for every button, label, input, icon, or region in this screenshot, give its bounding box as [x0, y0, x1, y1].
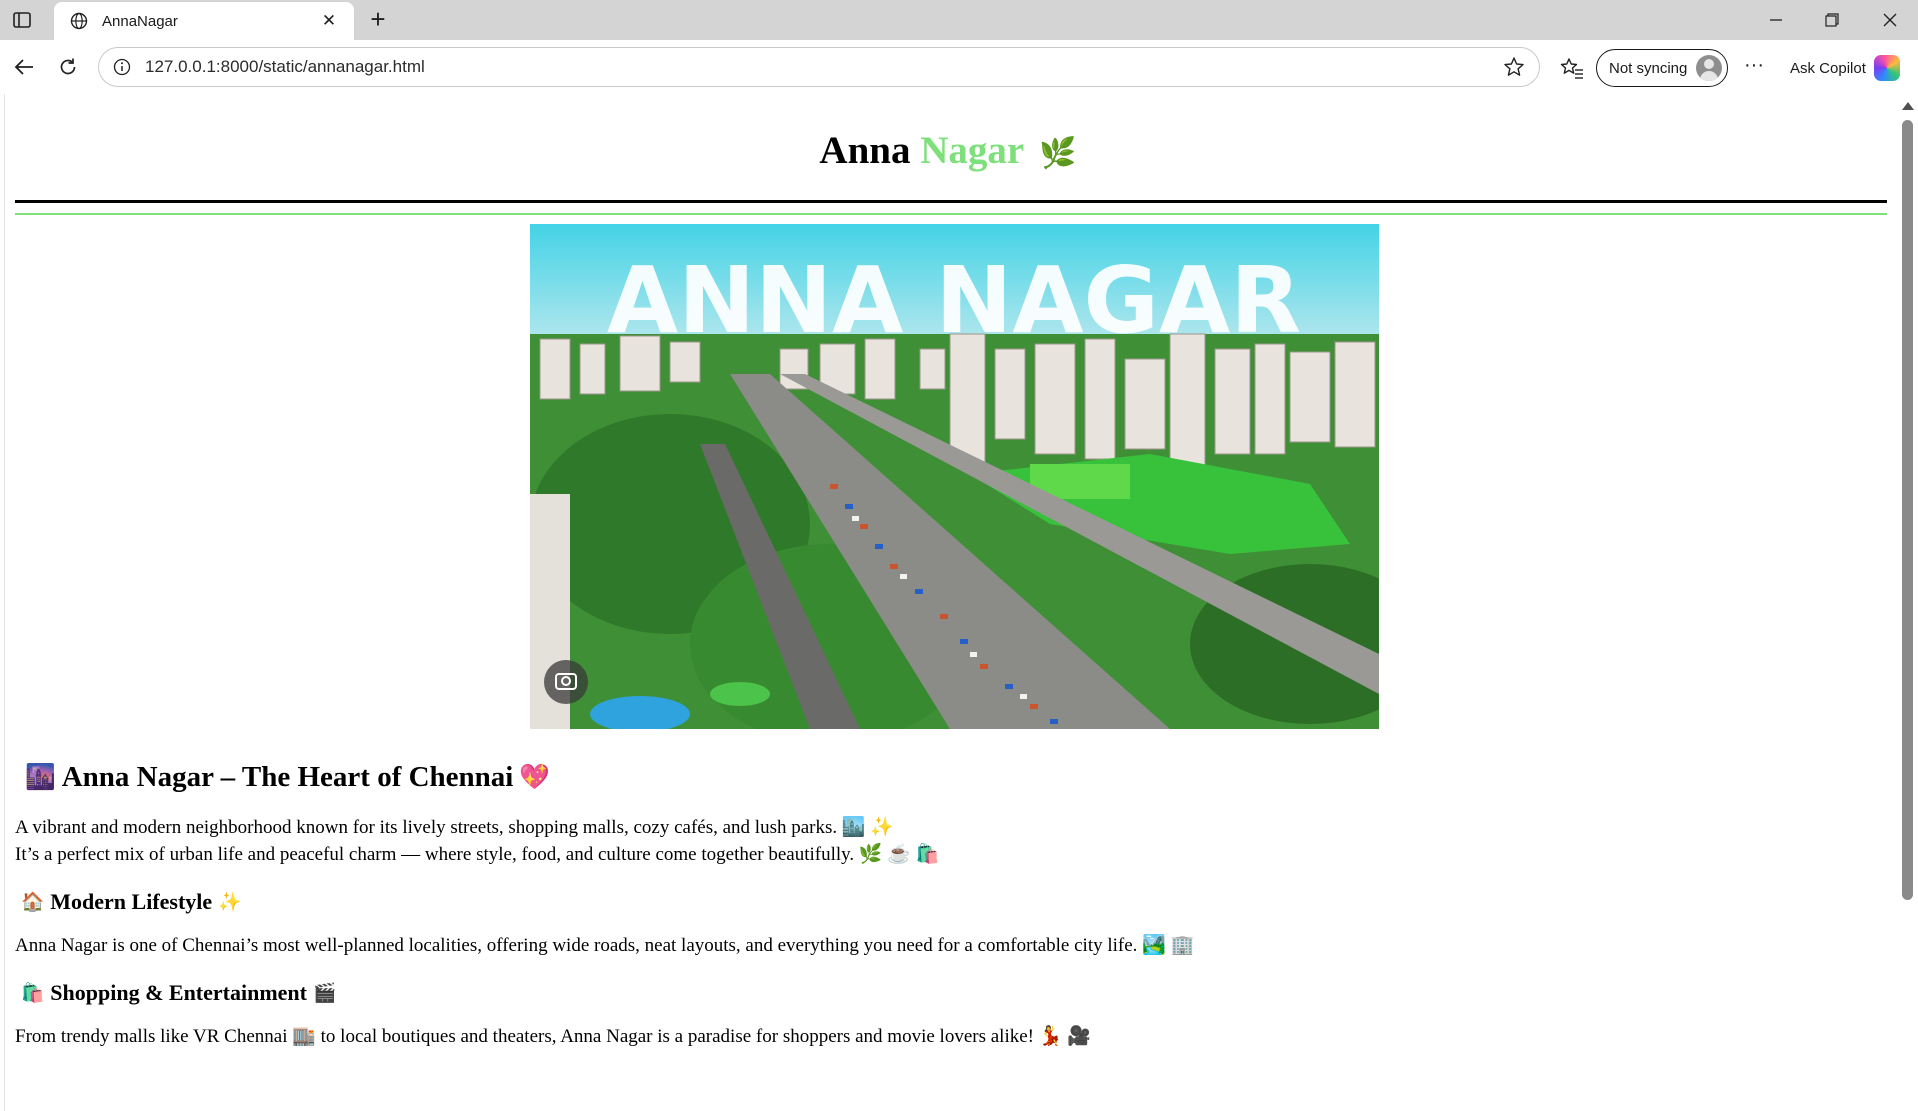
section-heading-text: Modern Lifestyle	[50, 889, 213, 914]
vertical-scrollbar[interactable]	[1897, 94, 1918, 1111]
info-icon[interactable]	[111, 56, 133, 78]
close-icon[interactable]: ✕	[318, 11, 340, 31]
sync-label: Not syncing	[1609, 59, 1688, 77]
clapper-board-icon: 🎬	[313, 983, 337, 1004]
title-nagar: Nagar	[920, 129, 1024, 172]
section-heading-text: Shopping & Entertainment	[50, 980, 307, 1005]
page-title: Anna Nagar 🌿	[15, 94, 1887, 200]
section-text-shopping: From trendy malls like VR Chennai 🏬 to l…	[15, 1026, 1091, 1047]
globe-icon	[68, 10, 90, 32]
more-icon[interactable]: ···	[1740, 54, 1768, 82]
copilot-icon	[1873, 55, 1900, 81]
section-heading-lifestyle: 🏠 Modern Lifestyle ✨	[15, 886, 1887, 918]
profile-avatar-icon	[1696, 55, 1722, 81]
back-icon[interactable]	[10, 53, 38, 81]
minimize-icon[interactable]	[1764, 8, 1788, 32]
heart-icon: 💖	[519, 762, 551, 791]
favorite-star-icon[interactable]	[1501, 54, 1527, 80]
tab-strip: AnnaNagar ✕ +	[0, 0, 1918, 40]
scrollbar-thumb[interactable]	[1902, 120, 1913, 900]
address-bar[interactable]: 127.0.0.1:8000/static/annanagar.html	[98, 47, 1540, 87]
shopping-bags-icon: 🛍️	[21, 983, 45, 1004]
scroll-up-icon[interactable]	[1902, 102, 1914, 110]
copilot-button[interactable]: Ask Copilot	[1780, 49, 1912, 87]
intro-line-1: A vibrant and modern neighborhood known …	[15, 817, 894, 838]
section-heading-shopping: 🛍️ Shopping & Entertainment 🎬	[15, 977, 1887, 1009]
refresh-icon[interactable]	[54, 53, 82, 81]
window-close-icon[interactable]	[1878, 8, 1902, 32]
active-tab[interactable]: AnnaNagar ✕	[54, 2, 354, 40]
tab-title: AnnaNagar	[102, 12, 178, 30]
url-text[interactable]: 127.0.0.1:8000/static/annanagar.html	[145, 57, 1501, 77]
cityscape-icon: 🌆	[25, 762, 56, 791]
section-text-lifestyle: Anna Nagar is one of Chennai’s most well…	[15, 935, 1195, 956]
hero-image: ANNA NAGAR	[530, 224, 1379, 729]
favorites-icon[interactable]	[1558, 54, 1586, 82]
content: 🌆 Anna Nagar – The Heart of Chennai 💖 A …	[15, 754, 1887, 1050]
page-viewport: Anna Nagar 🌿 ANNA NAGAR 🌆 Anna Nagar – T…	[4, 94, 1897, 1111]
new-tab-icon[interactable]: +	[364, 6, 392, 34]
hero-caption: ANNA NAGAR	[607, 247, 1301, 354]
browser-toolbar: 127.0.0.1:8000/static/annanagar.html Not…	[0, 40, 1918, 94]
leaf-icon: 🌿	[1039, 136, 1077, 171]
divider-black	[15, 200, 1887, 203]
intro-heading-text: Anna Nagar – The Heart of Chennai	[61, 760, 514, 793]
sparkles-icon: ✨	[218, 892, 242, 913]
copilot-label: Ask Copilot	[1790, 59, 1866, 77]
intro-paragraph: A vibrant and modern neighborhood known …	[15, 814, 1887, 868]
restore-icon[interactable]	[1820, 8, 1844, 32]
intro-line-2: It’s a perfect mix of urban life and pea…	[15, 844, 940, 865]
title-anna: Anna	[819, 129, 911, 172]
house-icon: 🏠	[21, 892, 45, 913]
page-body: Anna Nagar 🌿	[15, 94, 1887, 215]
profile-sync-button[interactable]: Not syncing	[1596, 49, 1728, 87]
divider-green	[15, 213, 1887, 215]
intro-heading: 🌆 Anna Nagar – The Heart of Chennai 💖	[15, 754, 1887, 800]
sidebar-icon[interactable]	[12, 10, 32, 30]
